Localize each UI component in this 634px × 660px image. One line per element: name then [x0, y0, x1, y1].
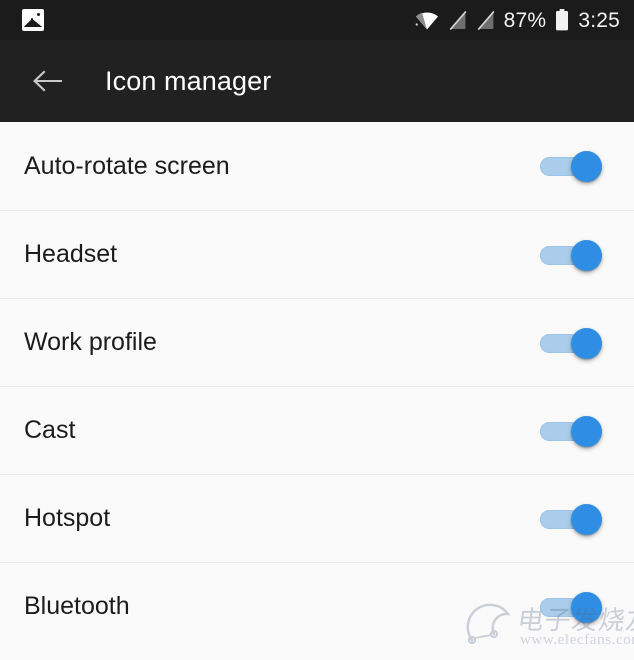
battery-percent-label: 87%: [503, 8, 547, 32]
arrow-back-icon: [33, 70, 62, 92]
status-bar: 87% 3:25: [0, 0, 634, 40]
status-bar-system-icons: 87% 3:25: [415, 9, 620, 31]
back-button[interactable]: [24, 58, 70, 104]
battery-icon: [556, 9, 569, 31]
toggle-switch[interactable]: [540, 589, 602, 625]
phone-screen: 87% 3:25 Icon manager Auto-rotate screen: [0, 0, 634, 660]
clock-label: 3:25: [578, 8, 620, 32]
toggle-switch[interactable]: [540, 413, 602, 449]
page-title: Icon manager: [105, 65, 272, 96]
list-item-label: Cast: [24, 416, 76, 444]
list-item[interactable]: Work profile: [0, 298, 634, 386]
list-item-label: Headset: [24, 240, 118, 268]
icon-manager-list: Auto-rotate screen Headset Work profile …: [0, 122, 634, 650]
list-item[interactable]: Headset: [0, 210, 634, 298]
toggle-thumb: [571, 503, 602, 535]
sim-no-signal-icon: [449, 10, 467, 30]
list-item[interactable]: Cast: [0, 386, 634, 474]
list-item-label: Bluetooth: [24, 592, 130, 620]
sim-no-signal-icon: [477, 10, 495, 30]
list-item-label: Hotspot: [24, 504, 111, 532]
toggle-switch[interactable]: [540, 501, 602, 537]
toggle-thumb: [571, 327, 602, 359]
status-bar-notifications: [22, 9, 44, 31]
wifi-icon: [415, 12, 438, 30]
toggle-thumb: [571, 151, 602, 182]
photo-icon: [22, 9, 44, 31]
toggle-switch[interactable]: [540, 148, 602, 184]
app-bar: Icon manager: [0, 40, 634, 122]
toggle-thumb: [571, 591, 602, 623]
toggle-thumb: [571, 239, 602, 271]
toggle-thumb: [571, 415, 602, 447]
list-item-label: Work profile: [24, 328, 157, 356]
toggle-switch[interactable]: [540, 325, 602, 361]
list-item-label: Auto-rotate screen: [24, 151, 230, 180]
list-item[interactable]: Bluetooth: [0, 562, 634, 650]
list-item[interactable]: Hotspot: [0, 474, 634, 562]
list-item[interactable]: Auto-rotate screen: [0, 122, 634, 210]
toggle-switch[interactable]: [540, 237, 602, 273]
